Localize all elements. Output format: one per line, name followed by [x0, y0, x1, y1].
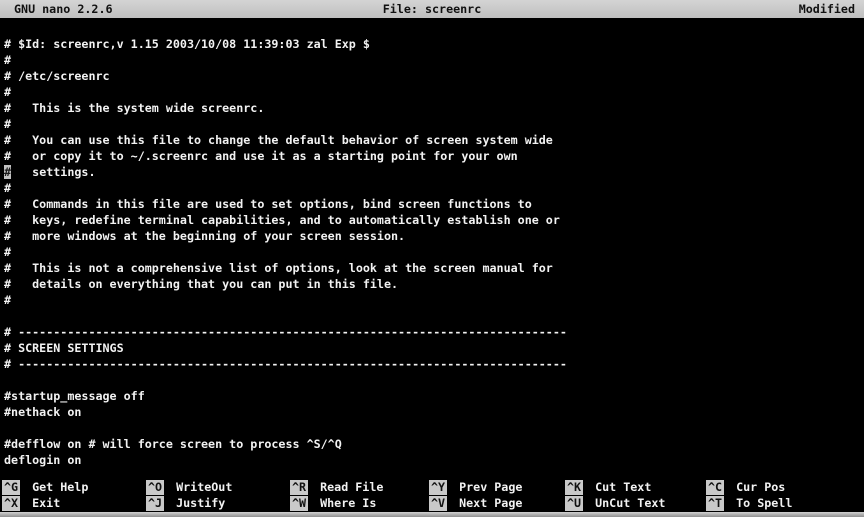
shortcut-label: Exit: [32, 496, 60, 510]
shortcut-cur-pos: ^C Cur Pos: [706, 480, 864, 496]
editor-line: # --------------------------------------…: [4, 324, 864, 340]
editor-line: # $Id: screenrc,v 1.15 2003/10/08 11:39:…: [4, 36, 864, 52]
editor-line: # more windows at the beginning of your …: [4, 228, 864, 244]
editor-line: # Commands in this file are used to set …: [4, 196, 864, 212]
shortcut-label: Cur Pos: [736, 480, 785, 494]
shortcut-label: UnCut Text: [595, 496, 665, 510]
shortcut-key: ^T: [706, 496, 724, 511]
shortcut-label: Next Page: [459, 496, 522, 510]
shortcut-key: ^Y: [429, 480, 447, 495]
text-cursor: #: [4, 165, 11, 179]
editor-line: # This is the system wide screenrc.: [4, 100, 864, 116]
editor-line: #: [4, 84, 864, 100]
editor-line: #: [4, 116, 864, 132]
editor-area[interactable]: # $Id: screenrc,v 1.15 2003/10/08 11:39:…: [4, 36, 864, 468]
shortcut-label: Read File: [320, 480, 383, 494]
editor-line: [4, 308, 864, 324]
shortcut-label: To Spell: [736, 496, 792, 510]
shortcut-label: WriteOut: [176, 480, 232, 494]
editor-line: [4, 372, 864, 388]
editor-line: #: [4, 292, 864, 308]
editor-line: # or copy it to ~/.screenrc and use it a…: [4, 148, 864, 164]
shortcut-cut-text: ^K Cut Text: [565, 480, 706, 496]
shortcut-exit: ^X Exit: [2, 496, 146, 512]
shortcut-key: ^J: [146, 496, 164, 511]
editor-line: #: [4, 244, 864, 260]
shortcut-prev-page: ^Y Prev Page: [429, 480, 565, 496]
shortcut-key: ^R: [290, 480, 308, 495]
shortcut-label: Prev Page: [459, 480, 522, 494]
file-name-label: File: screenrc: [0, 1, 864, 17]
editor-line: deflogin on: [4, 452, 864, 468]
shortcut-where-is: ^W Where Is: [290, 496, 429, 512]
shortcut-key: ^W: [290, 496, 308, 511]
shortcut-uncut-text: ^U UnCut Text: [565, 496, 706, 512]
terminal-window: GNU nano 2.2.6 File: screenrc Modified #…: [0, 0, 864, 517]
shortcut-writeout: ^O WriteOut: [146, 480, 290, 496]
shortcut-key: ^G: [2, 480, 20, 495]
shortcut-label: Where Is: [320, 496, 376, 510]
shortcut-justify: ^J Justify: [146, 496, 290, 512]
shortcut-get-help: ^G Get Help: [2, 480, 146, 496]
shortcut-row: ^X Exit ^J Justify ^W Where Is ^V Next Page ^U Un…: [2, 496, 864, 512]
shortcut-key: ^C: [706, 480, 724, 495]
shortcut-bar: ^G Get Help ^O WriteOut ^R Read File ^Y Prev Pa…: [2, 480, 864, 512]
shortcut-label: Justify: [176, 496, 225, 510]
modified-flag: Modified: [799, 1, 855, 17]
shortcut-row: ^G Get Help ^O WriteOut ^R Read File ^Y Prev Pa…: [2, 480, 864, 496]
editor-line: # keys, redefine terminal capabilities, …: [4, 212, 864, 228]
shortcut-read-file: ^R Read File: [290, 480, 429, 496]
editor-line: #defflow on # will force screen to proce…: [4, 436, 864, 452]
editor-line: #: [4, 52, 864, 68]
shortcut-next-page: ^V Next Page: [429, 496, 565, 512]
editor-line: # details on everything that you can put…: [4, 276, 864, 292]
editor-line: #: [4, 180, 864, 196]
editor-line: [4, 420, 864, 436]
shortcut-label: Cut Text: [595, 480, 651, 494]
editor-line: #startup_message off: [4, 388, 864, 404]
shortcut-key: ^V: [429, 496, 447, 511]
shortcut-key: ^K: [565, 480, 583, 495]
shortcut-key: ^O: [146, 480, 164, 495]
editor-line: # This is not a comprehensive list of op…: [4, 260, 864, 276]
editor-line: # You can use this file to change the de…: [4, 132, 864, 148]
editor-line: # --------------------------------------…: [4, 356, 864, 372]
editor-line: # /etc/screenrc: [4, 68, 864, 84]
nano-titlebar: GNU nano 2.2.6 File: screenrc Modified: [0, 0, 864, 18]
editor-line: #nethack on: [4, 404, 864, 420]
shortcut-to-spell: ^T To Spell: [706, 496, 864, 512]
shortcut-key: ^U: [565, 496, 583, 511]
editor-line: # SCREEN SETTINGS: [4, 340, 864, 356]
window-bottom-edge: [0, 512, 864, 517]
shortcut-key: ^X: [2, 496, 20, 511]
editor-line: # settings.: [4, 164, 864, 180]
shortcut-label: Get Help: [32, 480, 88, 494]
